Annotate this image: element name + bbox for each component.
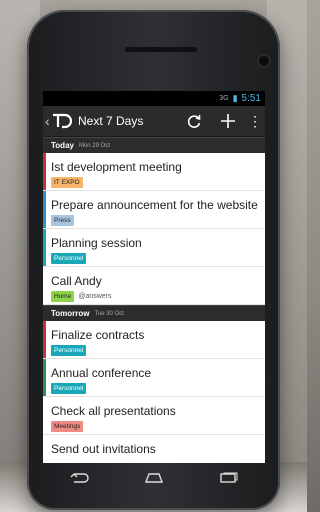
task-title: Planning session bbox=[51, 236, 142, 250]
status-bar: 3G ▮ 5:51 bbox=[43, 91, 265, 106]
task-title: Prepare announcement for the website bbox=[51, 198, 258, 212]
priority-bar bbox=[43, 435, 46, 463]
task-tags: Personnel bbox=[51, 253, 265, 264]
task-title: Check all presentations bbox=[51, 404, 176, 418]
tag-badge[interactable]: Meetings bbox=[51, 421, 84, 432]
battery-icon: ▮ bbox=[232, 93, 238, 103]
section-header-today: Today Mon 29 Oct bbox=[43, 137, 265, 153]
task-row[interactable]: Call Andy Home @answers bbox=[43, 267, 265, 305]
back-icon[interactable] bbox=[60, 468, 100, 488]
section-date: Mon 29 Oct bbox=[78, 142, 110, 149]
task-row[interactable]: Planning session Personnel bbox=[43, 229, 265, 267]
priority-bar bbox=[43, 321, 46, 358]
priority-bar bbox=[43, 191, 46, 228]
section-label: Tomorrow bbox=[51, 309, 90, 318]
mention-text: @answers bbox=[78, 293, 112, 300]
tag-badge[interactable]: Home bbox=[51, 291, 75, 302]
task-title: Send out invitations bbox=[51, 442, 156, 456]
recent-apps-icon[interactable] bbox=[208, 468, 248, 488]
priority-bar bbox=[43, 153, 46, 190]
home-icon[interactable] bbox=[134, 468, 174, 488]
up-chevron-icon[interactable]: ‹ bbox=[45, 113, 51, 129]
tag-badge[interactable]: IT EXPO bbox=[51, 177, 83, 188]
section-header-tomorrow: Tomorrow Tue 30 Oct bbox=[43, 305, 265, 321]
section-label: Today bbox=[51, 141, 74, 150]
task-row[interactable]: Ist development meeting IT EXPO bbox=[43, 153, 265, 191]
task-tags: Meetings bbox=[51, 421, 265, 432]
phone-speaker bbox=[125, 47, 197, 52]
task-title: Finalize contracts bbox=[51, 328, 145, 342]
task-title: Ist development meeting bbox=[51, 160, 182, 174]
task-title: Annual conference bbox=[51, 366, 152, 380]
task-row[interactable]: Annual conference Personnel bbox=[43, 359, 265, 397]
task-row[interactable]: Finalize contracts Personnel bbox=[43, 321, 265, 359]
priority-bar bbox=[43, 359, 46, 396]
action-bar: ‹ Next 7 Days ⋮ bbox=[43, 106, 265, 137]
task-tags: Press bbox=[51, 215, 265, 226]
tag-badge[interactable]: Press bbox=[51, 215, 74, 226]
plus-icon[interactable] bbox=[211, 106, 245, 136]
nav-bar bbox=[43, 463, 265, 493]
section-date: Tue 30 Oct bbox=[94, 310, 124, 317]
overflow-menu-icon[interactable]: ⋮ bbox=[245, 106, 265, 136]
task-title: Call Andy bbox=[51, 274, 102, 288]
app-logo-icon[interactable] bbox=[52, 113, 72, 129]
signal-icon: 3G bbox=[219, 95, 229, 102]
refresh-icon[interactable] bbox=[177, 106, 211, 136]
task-list: Today Mon 29 Oct Ist development meeting IT… bbox=[43, 137, 265, 463]
status-time: 5:51 bbox=[241, 93, 261, 104]
tag-badge[interactable]: Personnel bbox=[51, 345, 87, 356]
priority-bar bbox=[43, 397, 46, 434]
task-tags: IT EXPO bbox=[51, 177, 265, 188]
task-row[interactable]: Prepare announcement for the website Pres… bbox=[43, 191, 265, 229]
front-camera bbox=[259, 56, 269, 66]
tag-badge[interactable]: Personnel bbox=[51, 253, 87, 264]
task-tags: Home @answers bbox=[51, 291, 265, 302]
task-tags: Personnel bbox=[51, 383, 265, 394]
app-screen: 3G ▮ 5:51 ‹ Next 7 Days ⋮ Today Mon 29 Oc… bbox=[43, 91, 265, 463]
task-tags: Personnel bbox=[51, 345, 265, 356]
task-row[interactable]: Check all presentations Meetings bbox=[43, 397, 265, 435]
task-row[interactable]: Send out invitations bbox=[43, 435, 265, 463]
priority-bar bbox=[43, 267, 46, 304]
priority-bar bbox=[43, 229, 46, 266]
page-title: Next 7 Days bbox=[78, 114, 144, 128]
tag-badge[interactable]: Personnel bbox=[51, 383, 87, 394]
